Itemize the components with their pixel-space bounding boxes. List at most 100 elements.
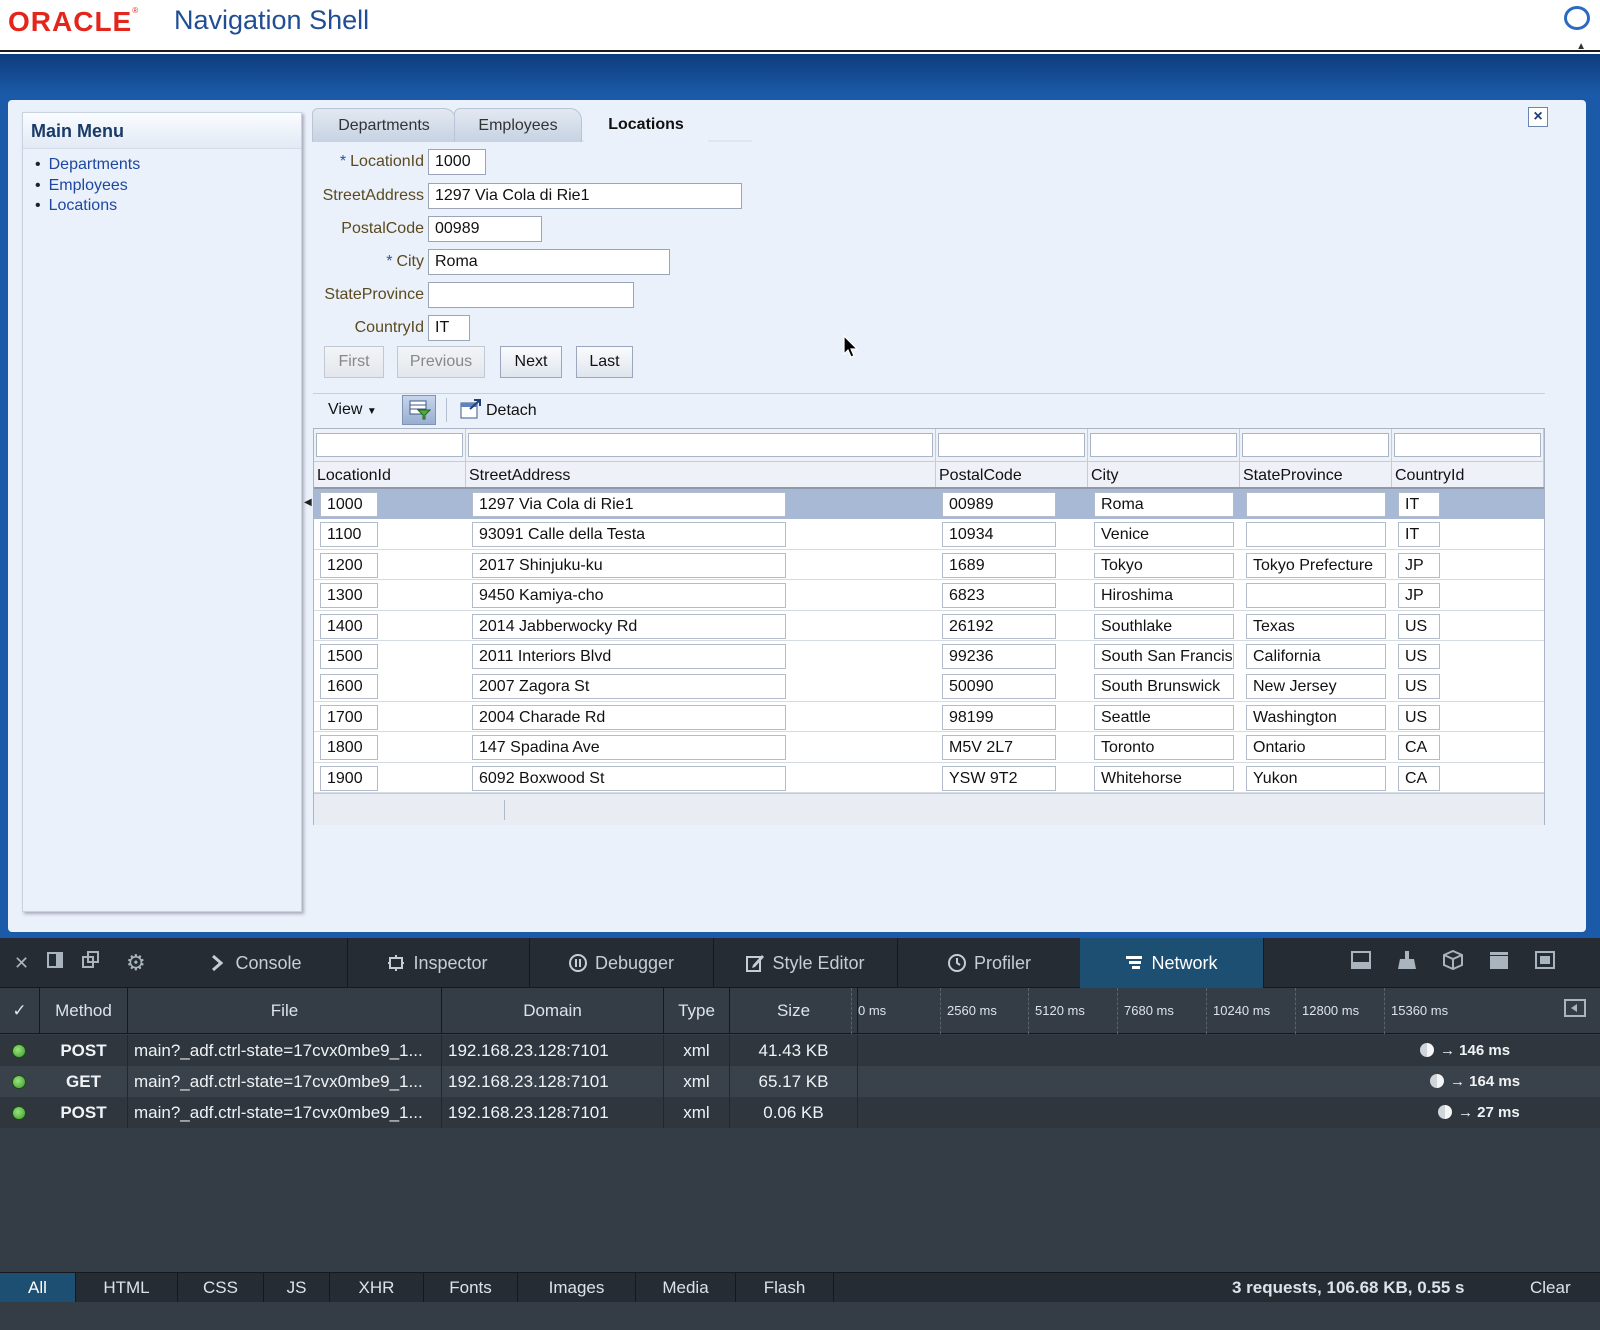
split-console-icon[interactable]	[1350, 950, 1372, 977]
filter-input-street-address[interactable]	[468, 433, 933, 457]
filter-flash[interactable]: Flash	[736, 1273, 834, 1303]
next-button[interactable]: Next	[500, 346, 562, 378]
city-field[interactable]: Roma	[428, 249, 670, 275]
cell-postal-code[interactable]: 10934	[942, 522, 1056, 548]
3d-view-icon[interactable]	[1442, 949, 1464, 977]
cell-postal-code[interactable]: 98199	[942, 704, 1056, 730]
cell-location-id[interactable]: 1800	[320, 735, 378, 761]
cell-country-id[interactable]: IT	[1398, 522, 1440, 548]
column-header-state-province[interactable]: StateProvince	[1240, 429, 1392, 489]
select-all-check[interactable]: ✓	[0, 988, 40, 1034]
street-address-field[interactable]: 1297 Via Cola di Rie1	[428, 183, 742, 209]
filter-input-city[interactable]	[1090, 433, 1237, 457]
cell-state-province[interactable]: Washington	[1246, 704, 1386, 730]
cell-country-id[interactable]: CA	[1398, 735, 1440, 761]
cell-state-province[interactable]: California	[1246, 644, 1386, 669]
table-row[interactable]: 1900 6092 Boxwood St YSW 9T2 Whitehorse Yuko…	[314, 762, 1544, 794]
filter-input-state-province[interactable]	[1242, 433, 1389, 457]
table-row[interactable]: 1100 93091 Calle della Testa 10934 Venice IT	[314, 519, 1544, 550]
paintbrush-icon[interactable]	[1396, 950, 1418, 977]
country-id-field[interactable]: IT	[428, 315, 470, 341]
cell-country-id[interactable]: US	[1398, 613, 1440, 639]
cell-location-id[interactable]: 1300	[320, 583, 378, 609]
collapse-header-icon[interactable]: ▲	[1576, 41, 1586, 52]
query-by-example-button[interactable]	[402, 395, 436, 425]
cell-city[interactable]: South Brunswick	[1094, 674, 1234, 700]
cell-location-id[interactable]: 1700	[320, 704, 378, 730]
tab-departments[interactable]: Departments	[312, 108, 456, 142]
cell-country-id[interactable]: US	[1398, 704, 1440, 730]
toggle-sidebar-icon[interactable]	[1564, 998, 1586, 1024]
filter-input-location-id[interactable]	[316, 433, 463, 457]
filter-html[interactable]: HTML	[76, 1273, 178, 1303]
column-method[interactable]: Method	[40, 988, 128, 1034]
state-province-field[interactable]	[428, 282, 634, 308]
devtools-tab-network[interactable]: Network	[1080, 938, 1264, 988]
cell-country-id[interactable]: JP	[1398, 552, 1440, 578]
cell-country-id[interactable]: CA	[1398, 765, 1440, 791]
cell-country-id[interactable]: JP	[1398, 583, 1440, 609]
tab-employees[interactable]: Employees	[454, 108, 582, 142]
previous-button[interactable]: Previous	[397, 346, 485, 378]
cell-street-address[interactable]: 1297 Via Cola di Rie1	[472, 492, 786, 517]
cell-state-province[interactable]: New Jersey	[1246, 674, 1386, 700]
cell-street-address[interactable]: 9450 Kamiya-cho	[472, 583, 786, 609]
filter-images[interactable]: Images	[518, 1273, 636, 1303]
column-file[interactable]: File	[128, 988, 442, 1034]
column-domain[interactable]: Domain	[442, 988, 664, 1034]
last-button[interactable]: Last	[576, 346, 633, 378]
cell-state-province[interactable]	[1246, 583, 1386, 609]
cell-postal-code[interactable]: YSW 9T2	[942, 765, 1056, 791]
column-header-city[interactable]: City	[1088, 429, 1240, 489]
network-request-row[interactable]: POST main?_adf.ctrl-state=17cvx0mbe9_1...…	[0, 1097, 1600, 1128]
table-row[interactable]: 1800 147 Spadina Ave M5V 2L7 Toronto Ontario…	[314, 732, 1544, 763]
user-menu-icon[interactable]	[1564, 6, 1590, 30]
menu-item-locations[interactable]: Locations	[49, 196, 301, 217]
tab-locations[interactable]: Locations	[584, 108, 708, 142]
clear-button[interactable]: Clear	[1530, 1273, 1571, 1303]
cell-postal-code[interactable]: 50090	[942, 674, 1056, 700]
column-header-street-address[interactable]: StreetAddress	[466, 429, 936, 489]
cell-street-address[interactable]: 93091 Calle della Testa	[472, 522, 786, 548]
cell-city[interactable]: Roma	[1094, 492, 1234, 517]
cell-country-id[interactable]: IT	[1398, 492, 1440, 517]
cell-state-province[interactable]	[1246, 522, 1386, 548]
cell-location-id[interactable]: 1600	[320, 674, 378, 700]
scratchpad-icon[interactable]	[1488, 950, 1510, 977]
cell-street-address[interactable]: 2017 Shinjuku-ku	[472, 552, 786, 578]
cell-city[interactable]: Whitehorse	[1094, 765, 1234, 791]
menu-item-employees[interactable]: Employees	[49, 176, 301, 197]
devtools-tab-debugger[interactable]: Debugger	[530, 938, 714, 988]
responsive-mode-icon[interactable]	[1534, 950, 1556, 977]
table-row[interactable]: 1400 2014 Jabberwocky Rd 26192 Southlake Tex…	[314, 610, 1544, 642]
settings-gear-icon[interactable]: ⚙	[126, 950, 146, 976]
cell-city[interactable]: Hiroshima	[1094, 583, 1234, 609]
close-tab-button[interactable]: ×	[1528, 107, 1548, 127]
cell-state-province[interactable]: Ontario	[1246, 735, 1386, 761]
cell-location-id[interactable]: 1000	[320, 492, 378, 517]
menu-item-departments[interactable]: Departments	[49, 155, 301, 176]
cell-postal-code[interactable]: 99236	[942, 644, 1056, 669]
view-menu-button[interactable]: View ▼	[328, 400, 377, 422]
postal-code-field[interactable]: 00989	[428, 216, 542, 242]
detach-button[interactable]: Detach	[460, 399, 537, 421]
cell-state-province[interactable]	[1246, 492, 1386, 517]
cell-street-address[interactable]: 147 Spadina Ave	[472, 735, 786, 761]
cell-street-address[interactable]: 2007 Zagora St	[472, 674, 786, 700]
network-request-row[interactable]: POST main?_adf.ctrl-state=17cvx0mbe9_1...…	[0, 1035, 1600, 1066]
column-type[interactable]: Type	[664, 988, 730, 1034]
first-button[interactable]: First	[324, 346, 384, 378]
cell-location-id[interactable]: 1100	[320, 522, 378, 548]
cell-postal-code[interactable]: 00989	[942, 492, 1056, 517]
cell-street-address[interactable]: 2004 Charade Rd	[472, 704, 786, 730]
cell-location-id[interactable]: 1900	[320, 765, 378, 791]
table-row[interactable]: 1500 2011 Interiors Blvd 99236 South San Fr…	[314, 641, 1544, 672]
cell-country-id[interactable]: US	[1398, 644, 1440, 669]
cell-country-id[interactable]: US	[1398, 674, 1440, 700]
cell-postal-code[interactable]: 1689	[942, 552, 1056, 578]
close-devtools-icon[interactable]: ✕	[14, 950, 29, 976]
cell-postal-code[interactable]: 6823	[942, 583, 1056, 609]
column-header-location-id[interactable]: LocationId	[314, 429, 466, 489]
table-row[interactable]: 1600 2007 Zagora St 50090 South Brunswick Ne…	[314, 671, 1544, 702]
devtools-tab-profiler[interactable]: Profiler	[898, 938, 1082, 988]
